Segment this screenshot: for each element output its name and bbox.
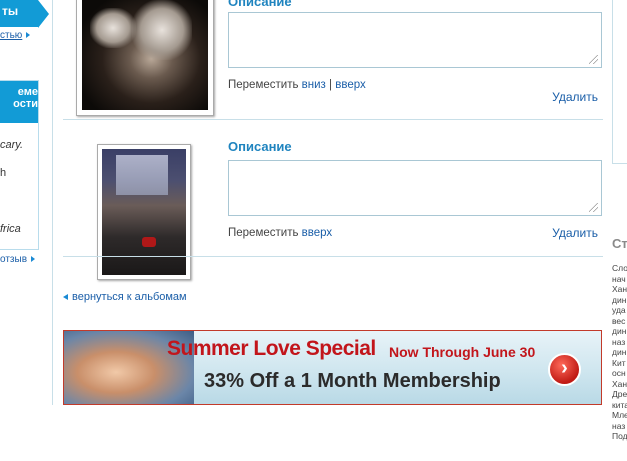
row-divider: [63, 119, 603, 120]
sidebar-box-title-1: еме: [17, 86, 38, 98]
move-label: Переместить: [228, 79, 299, 91]
right-panel-line: дин: [612, 294, 627, 305]
delete-link[interactable]: Удалить: [552, 226, 598, 240]
description-textarea[interactable]: [228, 160, 602, 216]
sidebar-link-label: стью: [0, 30, 23, 41]
arrow-left-icon: [63, 294, 68, 301]
sidebar-text-3: frica: [0, 223, 21, 235]
move-controls: Переместить вверх: [228, 227, 332, 239]
right-panel-line: кита: [612, 399, 627, 410]
right-panel-line: Сло: [612, 263, 627, 273]
right-panel-line: наз: [612, 420, 626, 431]
promo-banner[interactable]: Summer Love Special Now Through June 30 …: [63, 330, 602, 405]
right-panel-line: осн: [612, 368, 626, 378]
sidebar-text-2: h: [0, 167, 7, 179]
move-separator: |: [329, 79, 333, 91]
right-panel-line: уда: [612, 305, 626, 315]
sidebar-review-label: отзыв: [0, 254, 28, 265]
photo-thumbnail-girl[interactable]: [97, 144, 191, 280]
move-up-link[interactable]: вверх: [335, 79, 366, 91]
right-panel-line: Мле: [612, 410, 627, 420]
row-divider: [63, 256, 603, 257]
description-label: Описание: [228, 0, 292, 9]
right-panel-line: вес: [612, 315, 626, 326]
right-panel-line: Кит: [612, 357, 626, 368]
chevron-right-icon[interactable]: ›: [548, 353, 581, 386]
arrow-right-icon: [26, 32, 31, 39]
sidebar-active-tab[interactable]: ты: [0, 0, 49, 28]
back-to-albums-link[interactable]: вернуться к альбомам: [63, 291, 187, 303]
right-panel-line: Под: [612, 431, 627, 441]
right-panel-line: нач: [612, 273, 626, 284]
move-label: Переместить: [228, 227, 299, 239]
sidebar-box-header: еме ости: [0, 81, 38, 123]
photo-thumbnail-angel[interactable]: [76, 0, 214, 116]
move-up-link[interactable]: вверх: [302, 227, 333, 239]
banner-headline: Summer Love Special: [167, 337, 376, 360]
banner-subline: Now Through June 30: [389, 344, 536, 360]
sidebar-text-1: cary.: [0, 139, 24, 151]
right-panel-text: Сло нач Хан дин уда вес дин наз дин Кит осн Хан Дре к…: [612, 263, 627, 442]
arrow-right-icon: [31, 256, 36, 263]
sidebar-review-link[interactable]: отзыв: [0, 254, 36, 265]
delete-link[interactable]: Удалить: [552, 90, 598, 104]
sidebar-link[interactable]: стью: [0, 30, 31, 41]
back-to-albums-label: вернуться к альбомам: [72, 291, 187, 303]
right-panel-line: дин: [612, 347, 627, 357]
sidebar-active-tab-label: ты: [2, 4, 19, 18]
sidebar-box-title-2: ости: [13, 98, 38, 110]
right-panel-line: дин: [612, 326, 627, 336]
description-textarea[interactable]: [228, 12, 602, 68]
right-panel-line: Хан: [612, 378, 627, 389]
right-panel: [612, 0, 627, 164]
right-panel-line: наз: [612, 336, 626, 347]
right-panel-line: Дре: [612, 389, 627, 399]
right-panel-line: Хан: [612, 284, 627, 294]
banner-offer: 33% Off a 1 Month Membership: [204, 370, 501, 392]
description-label: Описание: [228, 139, 292, 154]
resize-grip-icon[interactable]: [589, 55, 598, 64]
resize-grip-icon[interactable]: [589, 203, 598, 212]
photo-image: [82, 0, 208, 110]
right-panel-title: Ст: [612, 236, 627, 251]
move-down-link[interactable]: вниз: [302, 79, 326, 91]
move-controls: Переместить вниз | вверх: [228, 79, 366, 91]
column-divider: [52, 0, 53, 405]
